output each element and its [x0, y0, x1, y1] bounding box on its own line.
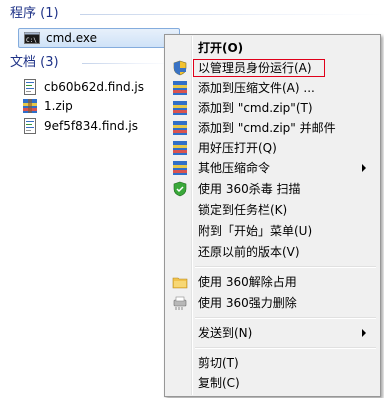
result-item-cmd[interactable]: C:\ cmd.exe: [18, 28, 180, 48]
menu-item-add-to-archive[interactable]: 添加到压缩文件(A) ...: [167, 78, 378, 98]
menu-item-cut[interactable]: 剪切(T): [167, 353, 378, 373]
menu-item-label: 添加到 "cmd.zip"(T): [198, 101, 313, 115]
haozip-icon: [172, 140, 188, 156]
result-item-label: cb60b62d.find.js: [44, 80, 144, 94]
menu-item-pin-taskbar[interactable]: 锁定到任务栏(K): [167, 200, 378, 220]
menu-item-add-to-cmd-zip[interactable]: 添加到 "cmd.zip"(T): [167, 98, 378, 118]
result-item-doc[interactable]: 9ef5f834.find.js: [22, 116, 138, 136]
menu-item-pin-start[interactable]: 附到「开始」菜单(U): [167, 221, 378, 241]
menu-item-label: 使用 360杀毒 扫描: [198, 182, 301, 196]
menu-item-label: 附到「开始」菜单(U): [198, 224, 313, 238]
antivirus-shield-icon: [172, 181, 188, 197]
menu-item-label: 使用 360解除占用: [198, 275, 297, 289]
haozip-icon: [172, 120, 188, 136]
menu-item-label: 添加到 "cmd.zip" 并邮件: [198, 121, 336, 135]
menu-item-other-compress[interactable]: 其他压缩命令: [167, 158, 378, 178]
cmd-icon: C:\: [24, 30, 40, 46]
menu-item-label: 其他压缩命令: [198, 161, 271, 175]
menu-item-label: 还原以前的版本(V): [198, 245, 300, 259]
haozip-icon: [172, 80, 188, 96]
archive-icon: [22, 98, 38, 114]
menu-item-label: 锁定到任务栏(K): [198, 203, 288, 217]
menu-item-copy[interactable]: 复制(C): [167, 373, 378, 393]
result-item-label: 1.zip: [44, 99, 73, 113]
menu-item-label: 打开(O): [198, 41, 244, 55]
uac-shield-icon: [172, 60, 188, 76]
menu-item-restore-version[interactable]: 还原以前的版本(V): [167, 242, 378, 262]
menu-separator: [195, 347, 376, 349]
menu-item-label: 添加到压缩文件(A) ...: [198, 81, 315, 95]
group-divider: [80, 14, 384, 15]
menu-separator: [195, 266, 376, 268]
result-item-doc[interactable]: cb60b62d.find.js: [22, 77, 144, 97]
result-item-doc[interactable]: 1.zip: [22, 96, 73, 116]
shredder-icon: [172, 295, 188, 311]
context-menu: 打开(O) 以管理员身份运行(A) 添加到压缩文件(A) ... 添加到 "cm…: [164, 34, 381, 397]
menu-item-run-as-admin[interactable]: 以管理员身份运行(A): [167, 58, 378, 78]
submenu-arrow-icon: [362, 164, 366, 172]
menu-item-label: 发送到(N): [198, 326, 253, 340]
menu-item-unlock-360[interactable]: 使用 360解除占用: [167, 272, 378, 292]
menu-item-open-with-haozip[interactable]: 用好压打开(Q): [167, 138, 378, 158]
submenu-arrow-icon: [362, 329, 366, 337]
haozip-icon: [172, 160, 188, 176]
group-divider: [82, 63, 174, 64]
menu-item-add-to-cmd-zip-mail[interactable]: 添加到 "cmd.zip" 并邮件: [167, 118, 378, 138]
menu-item-scan-360[interactable]: 使用 360杀毒 扫描: [167, 179, 378, 199]
folder-unlock-icon: [172, 274, 188, 290]
menu-item-label: 剪切(T): [198, 356, 239, 370]
menu-item-label: 用好压打开(Q): [198, 141, 277, 155]
script-file-icon: [22, 79, 38, 95]
menu-separator: [195, 317, 376, 319]
group-header-programs[interactable]: 程序 (1): [10, 5, 59, 23]
menu-item-label: 复制(C): [198, 376, 240, 390]
group-header-documents[interactable]: 文档 (3): [10, 54, 59, 72]
haozip-icon: [172, 100, 188, 116]
menu-item-force-delete-360[interactable]: 使用 360强力删除: [167, 293, 378, 313]
svg-text:C:\: C:\: [26, 37, 37, 44]
script-file-icon: [22, 118, 38, 134]
result-item-label: cmd.exe: [46, 31, 98, 45]
menu-item-send-to[interactable]: 发送到(N): [167, 323, 378, 343]
result-item-label: 9ef5f834.find.js: [44, 119, 139, 133]
menu-item-open[interactable]: 打开(O): [167, 38, 378, 58]
menu-item-label: 使用 360强力删除: [198, 296, 297, 310]
menu-item-label: 以管理员身份运行(A): [198, 61, 312, 75]
